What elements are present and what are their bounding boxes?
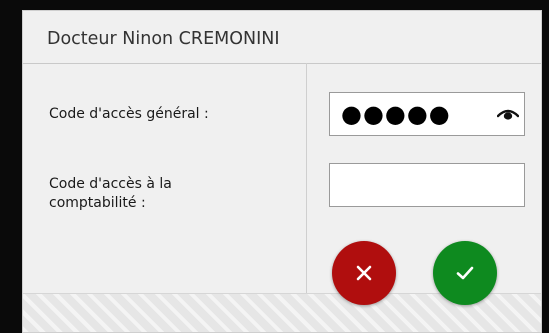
eye-icon[interactable] [496,105,520,123]
general-access-password-field[interactable]: ●●●●● [329,92,525,136]
close-icon [356,265,372,281]
general-access-masked-value: ●●●●● [341,100,451,128]
column-divider [306,63,307,293]
login-dialog: Docteur Ninon CREMONINI Code d'accès gén… [22,10,542,333]
accounting-access-label-line1: Code d'accès à la [49,176,172,192]
dialog-title: Docteur Ninon CREMONINI [47,29,280,49]
cancel-button[interactable] [332,241,396,305]
accounting-access-label-line2: comptabilité : [49,195,146,211]
general-access-label: Code d'accès général : [49,106,209,122]
dialog-header: Docteur Ninon CREMONINI [23,11,541,64]
confirm-button[interactable] [433,241,497,305]
accounting-access-label: Code d'accès à la comptabilité : [49,175,229,213]
check-icon [456,266,474,280]
accounting-access-password-field[interactable] [329,163,525,207]
